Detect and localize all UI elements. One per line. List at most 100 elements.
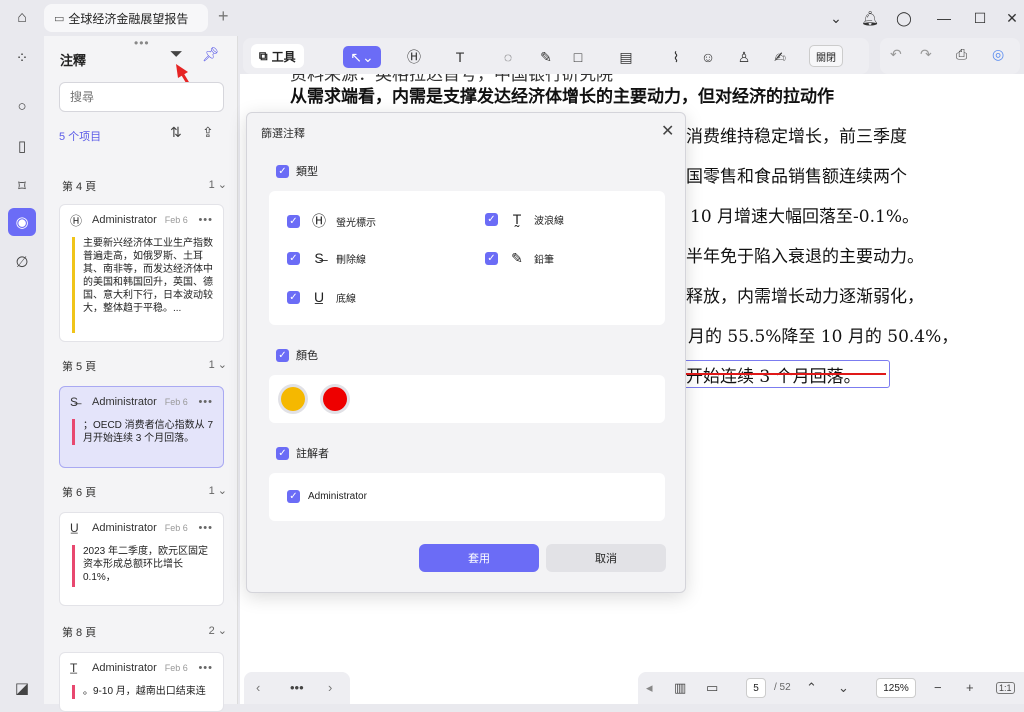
- attachment-icon[interactable]: ∅: [10, 250, 34, 274]
- checkbox-checked[interactable]: ✓: [276, 348, 289, 362]
- annotation-card-selected[interactable]: S̶ Administrator Feb 6 ••• ；OECD 消费者信心指数…: [59, 386, 224, 468]
- card-text: ；OECD 消费者信心指数从 7 月开始连续 3 个月回落。: [72, 419, 213, 445]
- annotation-toolbar: ⧉ 工具 ↖⌄ Ⓗ T ◌ ✎ □ ▤ ⌇ ☺ ♙ ✍ 關閉: [243, 38, 869, 74]
- highlight-icon: Ⓗ: [312, 213, 326, 229]
- page-group-header[interactable]: 第 4 頁 1 ⌄: [62, 178, 227, 194]
- select-tool-button[interactable]: ↖⌄: [343, 46, 381, 68]
- search-icon[interactable]: ○: [10, 94, 34, 118]
- squiggly-icon: T̰: [512, 211, 522, 227]
- home-icon[interactable]: ⌂: [10, 8, 34, 28]
- strikethrough-icon: S̶: [70, 395, 79, 409]
- annotation-card[interactable]: U̲ Administrator Feb 6 ••• 2023 年二季度，欧元区…: [59, 512, 224, 606]
- type-option-strikethrough[interactable]: ✓ S̶ 刪除線: [287, 250, 366, 266]
- section-label: 類型: [296, 166, 318, 178]
- tab-title: 全球经济金融展望报告: [68, 11, 189, 26]
- export-icon[interactable]: ⇪: [202, 124, 214, 141]
- annotation-card[interactable]: Ⓗ Administrator Feb 6 ••• 主要新兴经济体工业生产指数普…: [59, 204, 224, 342]
- pages-icon[interactable]: ▯: [10, 134, 34, 158]
- dialog-title: 篩選注釋: [261, 128, 305, 140]
- cancel-button[interactable]: 取消: [546, 544, 666, 572]
- underline-icon: U̲: [70, 521, 79, 535]
- close-window-button[interactable]: ✕: [1000, 6, 1024, 30]
- zoom-in-icon[interactable]: +: [966, 680, 974, 695]
- doc-line: 半年免于陷入衰退的主要动力。: [686, 247, 924, 267]
- color-swatch-yellow[interactable]: [281, 387, 305, 411]
- page-group-header[interactable]: 第 5 頁 1 ⌄: [62, 358, 227, 374]
- grid-icon[interactable]: ⁘: [10, 46, 34, 70]
- pin-icon[interactable]: 📌︎: [202, 46, 220, 63]
- more-icon[interactable]: •••: [198, 214, 213, 226]
- tools-button[interactable]: ⧉ 工具: [251, 44, 304, 68]
- comment-tool-icon[interactable]: ◌: [495, 46, 521, 68]
- checkbox-checked[interactable]: ✓: [276, 164, 289, 178]
- collapse-icon[interactable]: ◂: [646, 680, 653, 696]
- maximize-button[interactable]: ☐: [968, 6, 992, 30]
- page-layout-icon[interactable]: ▥: [674, 680, 686, 696]
- document-tab[interactable]: ▭ 全球经济金融展望报告: [44, 4, 208, 32]
- author-options-box: ✓ Administrator: [269, 473, 665, 521]
- add-tab-icon[interactable]: +: [218, 6, 229, 27]
- color-options-box: [269, 375, 665, 423]
- comment-panel-icon[interactable]: ◉: [8, 208, 36, 236]
- more-icon[interactable]: •••: [198, 662, 213, 674]
- type-option-highlight[interactable]: ✓ Ⓗ 螢光標示: [287, 211, 376, 231]
- signature-tool-icon[interactable]: ✍: [767, 46, 793, 68]
- color-swatch-red[interactable]: [323, 387, 347, 411]
- more-icon[interactable]: •••: [198, 522, 213, 534]
- card-author: Administrator: [92, 396, 157, 408]
- actual-size-button[interactable]: 1:1: [996, 682, 1015, 694]
- text-tool-icon[interactable]: T: [447, 46, 473, 68]
- annotation-card[interactable]: T̲ Administrator Feb 6 ••• 。9-10 月，越南出口结…: [59, 652, 224, 712]
- minimize-button[interactable]: —: [932, 6, 956, 30]
- type-section-header[interactable]: ✓ 類型: [276, 163, 318, 179]
- ai-assistant-icon[interactable]: ◎: [992, 46, 1004, 63]
- page-group-header[interactable]: 第 8 頁 2 ⌄: [62, 624, 227, 640]
- stamp-area-icon[interactable]: ▤: [613, 46, 639, 68]
- user-icon[interactable]: ◯: [892, 6, 916, 30]
- attachment-tool-icon[interactable]: ⌇: [663, 46, 689, 68]
- apply-button[interactable]: 套用: [419, 544, 539, 572]
- shape-tool-icon[interactable]: □: [565, 46, 591, 68]
- panel-grip[interactable]: •••: [134, 36, 150, 50]
- bookmark-icon[interactable]: ⌑: [10, 174, 34, 198]
- type-option-squiggly[interactable]: ✓ T̰ 波浪線: [485, 211, 564, 227]
- bell-icon[interactable]: 🔔︎: [858, 6, 882, 30]
- checkbox-checked[interactable]: ✓: [276, 446, 289, 460]
- highlight-tool-icon[interactable]: Ⓗ: [401, 46, 427, 68]
- color-section-header[interactable]: ✓ 顏色: [276, 347, 318, 363]
- page-group-header[interactable]: 第 6 頁 1 ⌄: [62, 484, 227, 500]
- search-input[interactable]: [59, 82, 224, 112]
- close-icon[interactable]: ✕: [661, 121, 674, 141]
- type-option-underline[interactable]: ✓ U̲ 底線: [287, 289, 356, 305]
- type-option-pencil[interactable]: ✓ ✎ 鉛筆: [485, 250, 554, 267]
- pencil-tool-icon[interactable]: ✎: [533, 46, 559, 68]
- doc-line: 月的 55.5%降至 10 月的 50.4%，: [688, 327, 959, 347]
- card-date: Feb 6: [164, 523, 188, 533]
- author-option[interactable]: ✓ Administrator: [287, 490, 367, 503]
- type-options-box: ✓ Ⓗ 螢光標示 ✓ T̰ 波浪線 ✓ S̶ 刪除線 ✓ ✎ 鉛筆 ✓ U̲ 底線: [269, 191, 665, 325]
- sticker-tool-icon[interactable]: ☺: [695, 46, 721, 68]
- prev-icon[interactable]: ‹: [256, 680, 260, 695]
- zoom-level-input[interactable]: 125%: [876, 678, 916, 698]
- sort-icon[interactable]: ⇅: [170, 124, 182, 141]
- title-bar: ⌂ ▭ 全球经济金融展望报告 + ⌄ 🔔︎ ◯ — ☐ ✕: [0, 0, 1024, 36]
- page-number-input[interactable]: 5: [746, 678, 766, 698]
- more-icon[interactable]: •••: [290, 680, 304, 695]
- zoom-out-icon[interactable]: −: [934, 680, 942, 695]
- toolbox-icon: ⧉: [259, 48, 268, 63]
- author-section-header[interactable]: ✓ 註解者: [276, 445, 329, 461]
- save-icon[interactable]: ⎙: [956, 46, 967, 63]
- stamp-tool-icon[interactable]: ♙: [731, 46, 757, 68]
- more-icon[interactable]: •••: [198, 396, 213, 408]
- layers-icon[interactable]: ◪: [10, 676, 34, 700]
- chevron-down-icon[interactable]: ⌄: [824, 6, 848, 30]
- redo-icon[interactable]: ↷: [920, 46, 932, 63]
- next-icon[interactable]: ›: [328, 680, 332, 695]
- undo-icon[interactable]: ↶: [890, 46, 902, 63]
- page-down-icon[interactable]: ⌄: [838, 680, 849, 696]
- present-icon[interactable]: ▭: [706, 680, 718, 696]
- page-total: / 52: [774, 682, 791, 693]
- highlight-icon: Ⓗ: [70, 213, 83, 228]
- close-tools-button[interactable]: 關閉: [809, 45, 843, 67]
- page-up-icon[interactable]: ⌃: [806, 680, 817, 696]
